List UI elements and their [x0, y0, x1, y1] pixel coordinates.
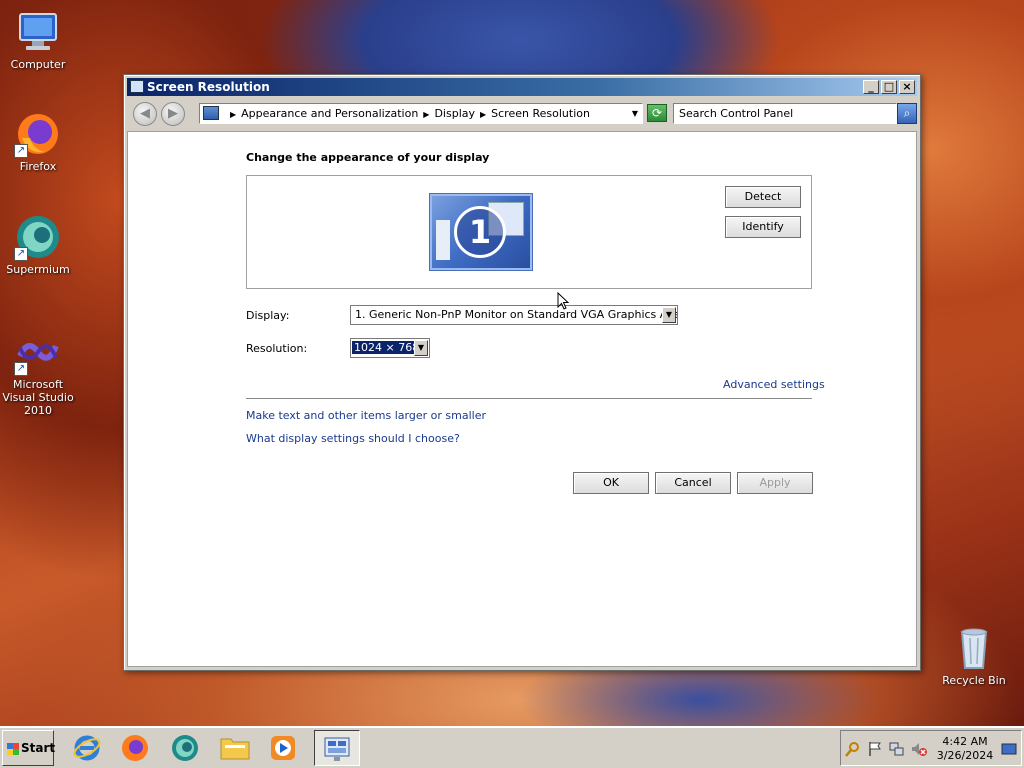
display-select[interactable]: 1. Generic Non-PnP Monitor on Standard V… [350, 305, 678, 325]
control-panel-icon [203, 106, 219, 120]
page-title: Change the appearance of your display [246, 151, 490, 164]
detect-button[interactable]: Detect [725, 186, 801, 208]
identify-button[interactable]: Identify [725, 216, 801, 238]
resolution-select[interactable]: 1024 × 768 ▼ [350, 338, 430, 358]
search-input[interactable]: Search Control Panel [673, 103, 897, 124]
desktop-icon-label: Supermium [6, 263, 70, 276]
title-bar[interactable]: Screen Resolution _ □ × [127, 78, 917, 96]
display-settings-icon [324, 737, 350, 761]
computer-icon [14, 8, 62, 56]
cancel-button[interactable]: Cancel [655, 472, 731, 494]
volume-muted-icon[interactable] [911, 741, 927, 757]
breadcrumb-item[interactable]: Display [434, 107, 475, 120]
resolution-select-value: 1024 × 768 [351, 340, 423, 355]
media-player-icon [271, 736, 295, 760]
firefox-icon: ↗ [14, 110, 62, 158]
clock-time: 4:42 AM [942, 735, 988, 748]
shortcut-arrow-icon: ↗ [14, 247, 28, 261]
display-label: Display: [246, 309, 290, 322]
show-desktop-icon[interactable] [1001, 741, 1017, 757]
recycle-bin-icon [950, 624, 998, 672]
breadcrumb-item[interactable]: Screen Resolution [491, 107, 590, 120]
shortcut-arrow-icon: ↗ [14, 144, 28, 158]
desktop-icon-label: Recycle Bin [942, 674, 1006, 687]
monitor-number: 1 [454, 206, 506, 258]
display-settings-help-link[interactable]: What display settings should I choose? [246, 432, 460, 445]
firefox-icon [122, 735, 148, 761]
chevron-right-icon: ▶ [423, 110, 430, 119]
chevron-right-icon: ▶ [230, 110, 237, 119]
breadcrumb-item[interactable]: Appearance and Personalization [241, 107, 418, 120]
clock-date: 3/26/2024 [936, 749, 994, 762]
monitor-1-thumbnail[interactable]: 1 [430, 194, 532, 270]
apply-button[interactable]: Apply [737, 472, 813, 494]
taskbar-screen-resolution[interactable] [314, 730, 360, 766]
advanced-settings-link[interactable]: Advanced settings [723, 378, 825, 391]
mini-list-graphic [436, 220, 450, 260]
clock[interactable]: 4:42 AM 3/26/2024 [933, 735, 997, 763]
supermium-icon [172, 735, 198, 761]
supermium-icon: ↗ [14, 213, 62, 261]
taskbar-file-explorer[interactable] [214, 730, 256, 766]
chevron-down-icon[interactable]: ▼ [414, 340, 428, 356]
start-button[interactable]: Start [2, 730, 56, 766]
desktop-icon-firefox[interactable]: ↗ Firefox [0, 110, 78, 173]
divider [246, 398, 812, 399]
maximize-button[interactable]: □ [881, 80, 897, 94]
taskbar: Start 4:42 AM 3/26/2024 [0, 726, 1024, 768]
minimize-button[interactable]: _ [863, 80, 879, 94]
start-label: Start [21, 741, 56, 755]
resolution-label: Resolution: [246, 342, 308, 355]
breadcrumb[interactable]: ▶ Appearance and Personalization ▶ Display ▶… [199, 103, 643, 124]
network-icon[interactable] [889, 741, 905, 757]
chevron-right-icon: ▶ [480, 110, 487, 119]
ok-button[interactable]: OK [573, 472, 649, 494]
display-settings-icon [130, 80, 144, 93]
monitor-preview-area: 1 Detect Identify [246, 175, 812, 289]
chevron-down-icon[interactable]: ▼ [662, 307, 676, 323]
taskbar-firefox[interactable] [114, 730, 156, 766]
shortcut-arrow-icon: ↗ [14, 362, 28, 376]
search-icon[interactable] [845, 741, 861, 757]
taskbar-supermium[interactable] [164, 730, 206, 766]
taskbar-internet-explorer[interactable] [66, 730, 108, 766]
internet-explorer-icon [73, 735, 101, 761]
system-tray: 4:42 AM 3/26/2024 [840, 730, 1022, 766]
desktop-icon-label: Microsoft Visual Studio 2010 [2, 378, 74, 417]
mouse-cursor-icon [557, 292, 569, 310]
action-center-flag-icon[interactable] [867, 741, 883, 757]
desktop-icon-recycle-bin[interactable]: Recycle Bin [934, 624, 1014, 687]
window-title: Screen Resolution [147, 80, 270, 94]
refresh-button[interactable]: ⟳ [647, 104, 667, 122]
display-select-value: 1. Generic Non-PnP Monitor on Standard V… [355, 308, 678, 321]
screen-resolution-window: Screen Resolution _ □ × ◀ ▶ ▶ Appearance … [123, 74, 921, 671]
taskbar-media-player[interactable] [262, 730, 304, 766]
close-button[interactable]: × [899, 80, 915, 94]
forward-button[interactable]: ▶ [161, 102, 185, 126]
desktop-icon-label: Computer [10, 58, 66, 71]
chevron-down-icon[interactable]: ▼ [632, 104, 638, 123]
folder-icon [220, 738, 250, 760]
desktop-icon-computer[interactable]: Computer [0, 8, 78, 71]
back-button[interactable]: ◀ [133, 102, 157, 126]
content-pane: Change the appearance of your display 1 … [127, 131, 917, 667]
desktop-icon-supermium[interactable]: ↗ Supermium [0, 213, 78, 276]
desktop-icon-visual-studio[interactable]: ↗ Microsoft Visual Studio 2010 [0, 328, 78, 417]
visual-studio-icon: ↗ [14, 328, 62, 376]
search-icon[interactable]: ⌕ [897, 103, 917, 124]
address-bar-row: ◀ ▶ ▶ Appearance and Personalization ▶ Disp… [127, 99, 917, 129]
windows-logo-icon [7, 743, 19, 755]
text-size-link[interactable]: Make text and other items larger or smal… [246, 409, 486, 422]
desktop-icon-label: Firefox [19, 160, 57, 173]
